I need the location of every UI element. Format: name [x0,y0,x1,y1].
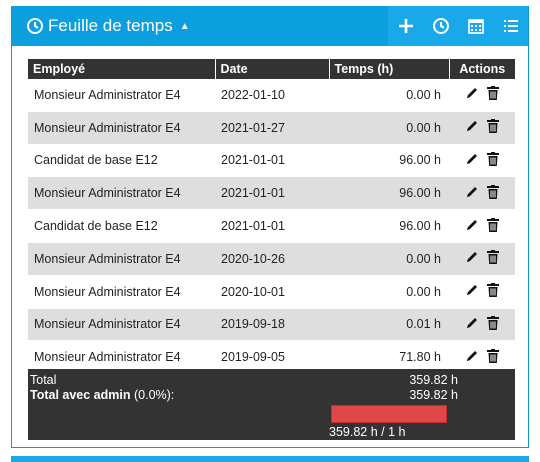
progress-bar [331,405,447,423]
table-row[interactable]: Monsieur Administrator E4 2019-09-18 0.01 … [28,308,515,342]
employee-cell: Monsieur Administrator E4 [28,242,215,276]
table-row[interactable]: Candidat de base E12 2021-01-01 96.00 h [28,209,515,243]
admin-total-label: Total avec admin (0.0%): [30,388,174,402]
time-cell: 96.00 h [329,144,449,178]
table-row[interactable]: Candidat de base E12 2021-01-01 96.00 h [28,144,515,178]
caret-up-icon: ▲ [179,20,190,32]
time-cell: 0.00 h [329,275,449,309]
edit-icon[interactable] [465,349,479,366]
date-cell: 2022-01-10 [215,79,329,112]
actions-cell [449,144,515,178]
employee-cell: Monsieur Administrator E4 [28,308,215,342]
table-row[interactable]: Monsieur Administrator E4 2021-01-01 96.00… [28,176,515,211]
table-body: Monsieur Administrator E4 2022-01-10 0.00 … [28,79,515,374]
progress-bar-fill [331,405,447,423]
date-cell: 2021-01-27 [215,111,329,145]
time-cell: 0.00 h [329,79,449,112]
edit-icon[interactable] [465,218,479,235]
next-panel-header [11,456,529,462]
edit-icon[interactable] [465,283,479,300]
admin-total-value: 359.82 h [409,388,458,402]
add-icon [398,19,413,33]
employee-cell: Monsieur Administrator E4 [28,275,215,309]
actions-cell [449,79,515,112]
delete-icon[interactable] [487,86,499,103]
admin-total-label-text: Total avec admin [30,388,131,402]
employee-cell: Monsieur Administrator E4 [28,111,215,145]
panel-header: Feuille de temps ▲ [12,6,528,46]
edit-icon[interactable] [465,250,479,267]
timesheet-panel: Feuille de temps ▲ Employé Date Temps (h… [11,6,529,448]
edit-icon[interactable] [465,185,479,202]
table-row[interactable]: Monsieur Administrator E4 2022-01-10 0.00 … [28,79,515,112]
table-header-row: Employé Date Temps (h) Actions [28,59,515,79]
date-cell: 2020-10-26 [215,242,329,276]
calendar-button[interactable] [463,13,489,39]
panel-title: Feuille de temps [48,16,173,35]
timesheet-table: Employé Date Temps (h) Actions Monsieur … [28,59,515,374]
timer-button[interactable] [428,13,454,39]
actions-cell [449,209,515,243]
delete-icon[interactable] [487,151,499,169]
table-row[interactable]: Monsieur Administrator E4 2021-01-27 0.00 … [28,111,515,145]
actions-cell [449,111,515,145]
add-button[interactable] [393,13,419,39]
list-button[interactable] [498,13,524,39]
timer-icon [432,18,449,34]
table-row[interactable]: Monsieur Administrator E4 2020-10-26 0.00 … [28,242,515,276]
actions-cell [449,275,515,309]
progress-label: 359.82 h / 1 h [329,425,406,439]
column-header-time[interactable]: Temps (h) [328,59,449,79]
time-cell: 0.00 h [329,242,449,276]
panel-toolbar [388,6,528,46]
panel-title-dropdown[interactable]: Feuille de temps ▲ [26,16,190,36]
date-cell: 2021-01-01 [215,144,329,178]
employee-cell: Monsieur Administrator E4 [28,176,215,211]
actions-cell [449,308,515,342]
edit-icon[interactable] [465,152,479,169]
date-cell: 2020-10-01 [215,275,329,309]
list-icon [503,20,518,32]
time-cell: 0.00 h [329,111,449,145]
time-cell: 96.00 h [329,209,449,243]
total-label: Total [30,373,57,387]
actions-cell [449,176,515,211]
column-header-actions: Actions [448,59,515,79]
date-cell: 2019-09-18 [215,308,329,342]
column-header-employee[interactable]: Employé [28,59,215,79]
admin-percentage: (0.0%): [133,388,175,402]
delete-icon[interactable] [487,283,499,300]
delete-icon[interactable] [487,250,499,267]
column-header-date[interactable]: Date [214,59,329,79]
employee-cell: Candidat de base E12 [28,144,215,178]
delete-icon[interactable] [487,217,499,235]
time-cell: 0.01 h [329,308,449,342]
totals-footer: Total Total avec admin (0.0%): 359.82 h … [28,369,515,440]
employee-cell: Monsieur Administrator E4 [28,79,215,112]
employee-cell: Candidat de base E12 [28,209,215,243]
date-cell: 2021-01-01 [215,209,329,243]
edit-icon[interactable] [465,119,479,136]
delete-icon[interactable] [487,348,499,366]
date-cell: 2021-01-01 [215,176,329,211]
total-value: 359.82 h [409,373,458,387]
time-cell: 96.00 h [329,176,449,211]
timer-icon [27,18,43,34]
delete-icon[interactable] [487,315,499,333]
actions-cell [449,242,515,276]
edit-icon[interactable] [465,316,479,333]
delete-icon[interactable] [487,184,499,202]
table-row[interactable]: Monsieur Administrator E4 2020-10-01 0.00 … [28,275,515,309]
calendar-icon [467,19,484,34]
edit-icon[interactable] [465,86,479,103]
delete-icon[interactable] [487,119,499,136]
